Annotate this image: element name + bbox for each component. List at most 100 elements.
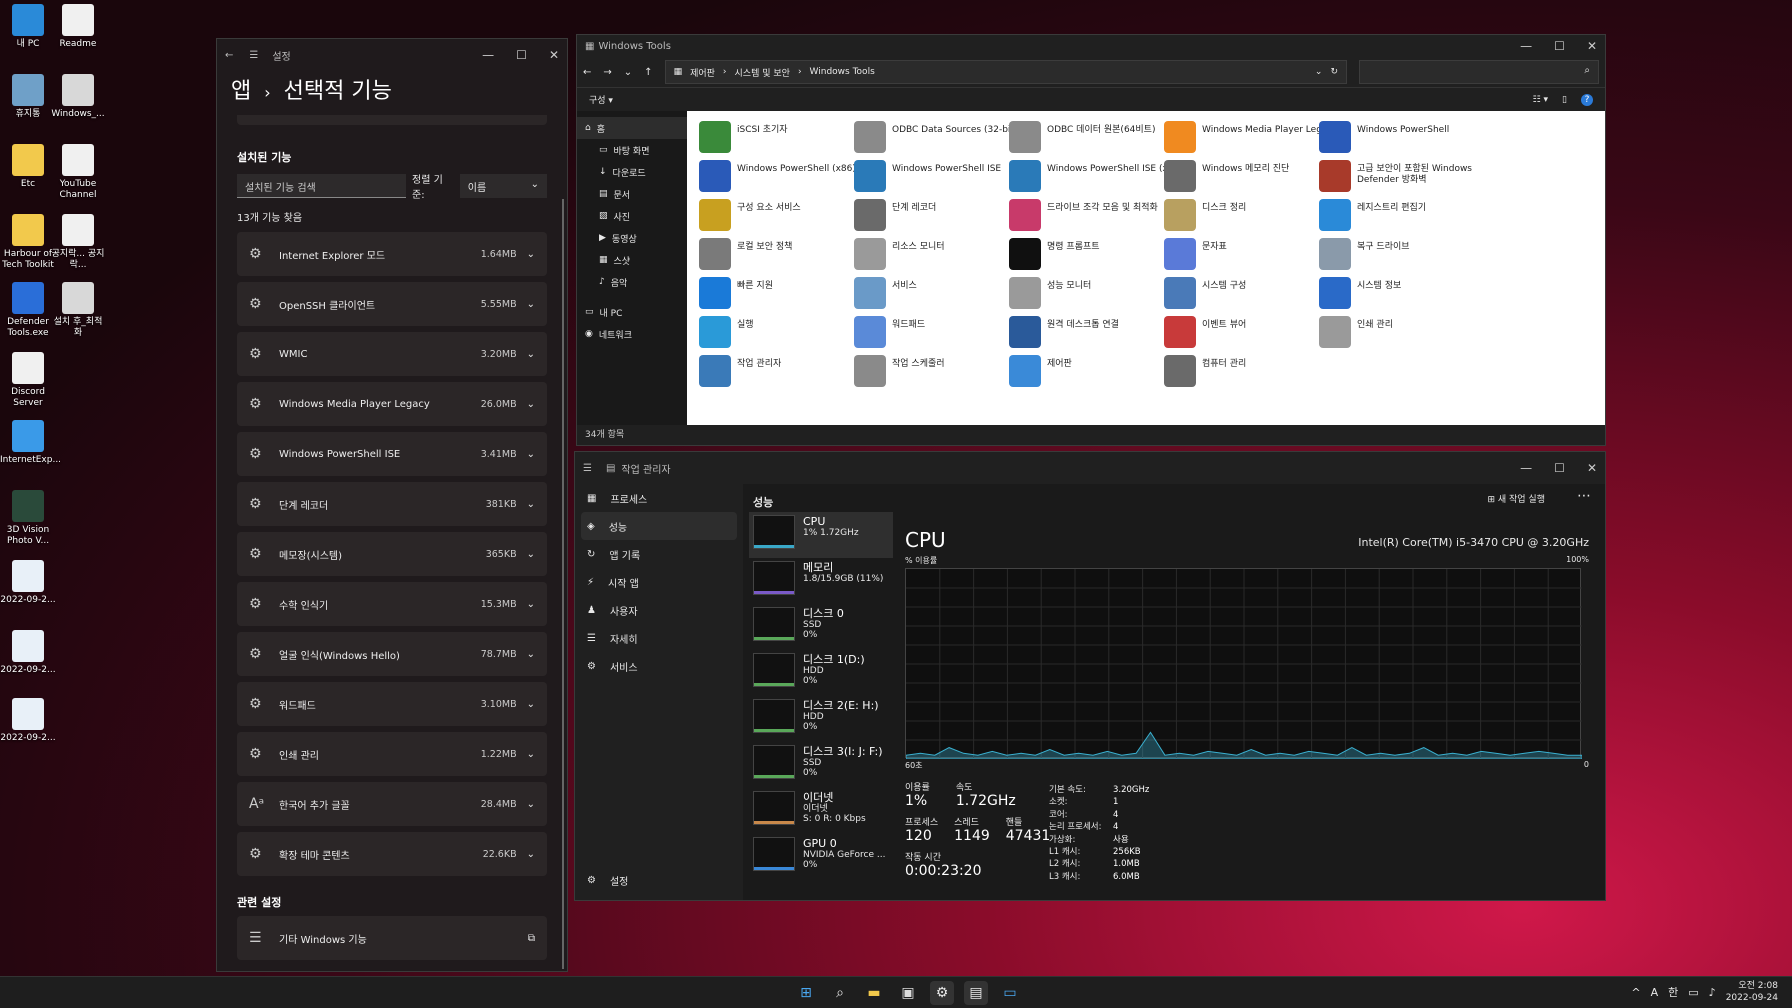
up-arrow-icon[interactable]: ↑ [644, 67, 652, 78]
nav-item[interactable]: ⌂ 홈 [577, 117, 687, 139]
maximize-button[interactable]: ☐ [1554, 461, 1565, 475]
chevron-down-icon[interactable]: ⌄ [1315, 67, 1323, 77]
tool-item[interactable]: 시스템 정보 [1319, 277, 1494, 309]
file-explorer-icon[interactable]: ▬ [862, 981, 886, 1005]
other-windows-features-link[interactable]: ☰ 기타 Windows 기능 ⧉ [237, 916, 547, 960]
minimize-button[interactable]: — [1520, 39, 1532, 53]
tm-nav-item[interactable]: ▦ 프로세스 [575, 484, 743, 512]
ime-mode-icon[interactable]: A [1651, 986, 1659, 999]
help-icon[interactable]: ? [1581, 93, 1593, 106]
minimize-button[interactable]: — [482, 48, 494, 62]
chevron-down-icon[interactable]: ⌄ [527, 249, 535, 260]
perf-item[interactable]: CPU 1% 1.72GHz [749, 512, 893, 558]
tool-item[interactable]: iSCSI 초기자 [699, 121, 874, 153]
feature-item[interactable]: ⚙ WMIC 3.20MB ⌄ [237, 332, 547, 376]
tool-item[interactable]: 디스크 정리 [1164, 199, 1339, 231]
settings-nav[interactable]: ⚙ 설정 [575, 866, 628, 894]
back-arrow-icon[interactable]: ← [225, 50, 233, 61]
chevron-down-icon[interactable]: ⌄ [527, 349, 535, 360]
nav-item[interactable]: ▦ 스샷 [577, 249, 687, 271]
desktop-icon[interactable]: 설치 후_최적화 [50, 282, 106, 339]
chevron-down-icon[interactable]: ⌄ [527, 649, 535, 660]
search-icon[interactable]: ⌕ [828, 981, 852, 1005]
sort-dropdown[interactable]: 이름 ⌄ [459, 174, 547, 198]
refresh-icon[interactable]: ↻ [1330, 67, 1338, 77]
nav-item[interactable]: ▶ 동영상 [577, 227, 687, 249]
tool-item[interactable]: 원격 데스크톱 연결 [1009, 316, 1184, 348]
desktop-icon[interactable]: 휴지통 [0, 74, 56, 120]
desktop-icon[interactable]: 2022-09-2... [0, 630, 56, 676]
tool-item[interactable]: 컴퓨터 관리 [1164, 355, 1339, 387]
tm-nav-item[interactable]: ◈ 성능 [581, 512, 737, 540]
close-button[interactable]: ✕ [1587, 39, 1597, 53]
ime-lang-icon[interactable]: 한 [1668, 984, 1678, 1000]
network-icon[interactable]: ▭ [1688, 986, 1698, 999]
chevron-down-icon[interactable]: ⌄ [527, 699, 535, 710]
desktop-icon[interactable]: Discord Server [0, 352, 56, 409]
nav-item[interactable]: ◉ 네트워크 [577, 323, 687, 345]
tm-nav-item[interactable]: ↻ 앱 기록 [575, 540, 743, 568]
feature-item[interactable]: ⚙ 워드패드 3.10MB ⌄ [237, 682, 547, 726]
nav-item[interactable]: ▤ 문서 [577, 183, 687, 205]
feature-item[interactable]: Aᵃ 한국어 추가 글꼴 28.4MB ⌄ [237, 782, 547, 826]
tool-item[interactable]: Windows PowerShell ISE (x86) [1009, 160, 1184, 192]
forward-arrow-icon[interactable]: → [603, 67, 611, 78]
tool-item[interactable]: 작업 관리자 [699, 355, 874, 387]
desktop-icon[interactable]: 2022-09-2... [0, 698, 56, 744]
maximize-button[interactable]: ☐ [1554, 39, 1565, 53]
path-seg-3[interactable]: Windows Tools [810, 67, 875, 77]
chevron-down-icon[interactable]: ⌄ [527, 749, 535, 760]
desktop-icon[interactable]: 3D Vision Photo V... [0, 490, 56, 547]
feature-item[interactable]: ⚙ 확장 테마 콘텐츠 22.6KB ⌄ [237, 832, 547, 876]
nav-item[interactable]: ▭ 내 PC [577, 301, 687, 323]
chevron-down-icon[interactable]: ⌄ [527, 549, 535, 560]
maximize-button[interactable]: ☐ [516, 48, 527, 62]
close-button[interactable]: ✕ [1587, 461, 1597, 475]
more-options-icon[interactable]: ⋯ [1577, 488, 1591, 504]
desktop-icon[interactable]: YouTube Channel [50, 144, 106, 201]
chevron-down-icon[interactable]: ⌄ [527, 499, 535, 510]
minimize-button[interactable]: — [1520, 461, 1532, 475]
chevron-down-icon[interactable]: ⌄ [527, 799, 535, 810]
tool-item[interactable]: 성능 모니터 [1009, 277, 1184, 309]
tool-item[interactable]: Windows PowerShell (x86) [699, 160, 874, 192]
tool-item[interactable]: 구성 요소 서비스 [699, 199, 874, 231]
chevron-down-icon[interactable]: ⌄ [527, 399, 535, 410]
feature-item[interactable]: ⚙ OpenSSH 클라이언트 5.55MB ⌄ [237, 282, 547, 326]
hamburger-menu-icon[interactable]: ☰ [583, 463, 592, 474]
tool-item[interactable]: Windows 메모리 진단 [1164, 160, 1339, 192]
desktop-icon[interactable]: 내 PC [0, 4, 56, 50]
nav-item[interactable]: ♪ 음악 [577, 271, 687, 293]
tool-item[interactable]: 제어판 [1009, 355, 1184, 387]
tool-item[interactable]: 로컬 보안 정책 [699, 238, 874, 270]
tool-item[interactable]: 이벤트 뷰어 [1164, 316, 1339, 348]
desktop-icon[interactable]: Etc [0, 144, 56, 190]
scrollbar[interactable] [562, 199, 564, 969]
desktop-icon[interactable]: Readme [50, 4, 106, 50]
path-seg-2[interactable]: 시스템 및 보안 [735, 66, 790, 79]
perf-item[interactable]: 메모리 1.8/15.9GB (11%) [749, 558, 893, 604]
tool-item[interactable]: 시스템 구성 [1164, 277, 1339, 309]
perf-item[interactable]: 이더넷 이더넷 S: 0 R: 0 Kbps [749, 788, 893, 834]
tool-item[interactable]: 고급 보안이 포함된 Windows Defender 방화벽 [1319, 160, 1494, 192]
chevron-down-icon[interactable]: ⌄ [527, 299, 535, 310]
menu-icon[interactable]: ☰ [249, 50, 258, 61]
remote-app-icon[interactable]: ▭ [998, 981, 1022, 1005]
tool-item[interactable]: ODBC Data Sources (32-bit) [854, 121, 1029, 153]
tm-nav-item[interactable]: ⚙ 서비스 [575, 652, 743, 680]
feature-item[interactable]: ⚙ 단계 레코더 381KB ⌄ [237, 482, 547, 526]
feature-item[interactable]: ⚙ Windows Media Player Legacy 26.0MB ⌄ [237, 382, 547, 426]
breadcrumb-parent[interactable]: 앱 [231, 79, 251, 104]
tool-item[interactable]: 작업 스케줄러 [854, 355, 1029, 387]
tool-item[interactable]: 명령 프롬프트 [1009, 238, 1184, 270]
desktop-icon[interactable]: 2022-09-2... [0, 560, 56, 606]
path-seg-1[interactable]: 제어판 [690, 66, 715, 79]
tool-item[interactable]: ODBC 데이터 원본(64비트) [1009, 121, 1184, 153]
tool-item[interactable]: 빠른 지원 [699, 277, 874, 309]
tool-item[interactable]: Windows PowerShell ISE [854, 160, 1029, 192]
view-options-icon[interactable]: ☷ ▾ [1533, 95, 1548, 105]
tool-item[interactable]: 단계 레코더 [854, 199, 1029, 231]
preview-pane-icon[interactable]: ▯ [1562, 95, 1567, 105]
desktop-icon[interactable]: Defender Tools.exe [0, 282, 56, 339]
tm-nav-item[interactable]: ⚡ 시작 앱 [575, 568, 743, 596]
